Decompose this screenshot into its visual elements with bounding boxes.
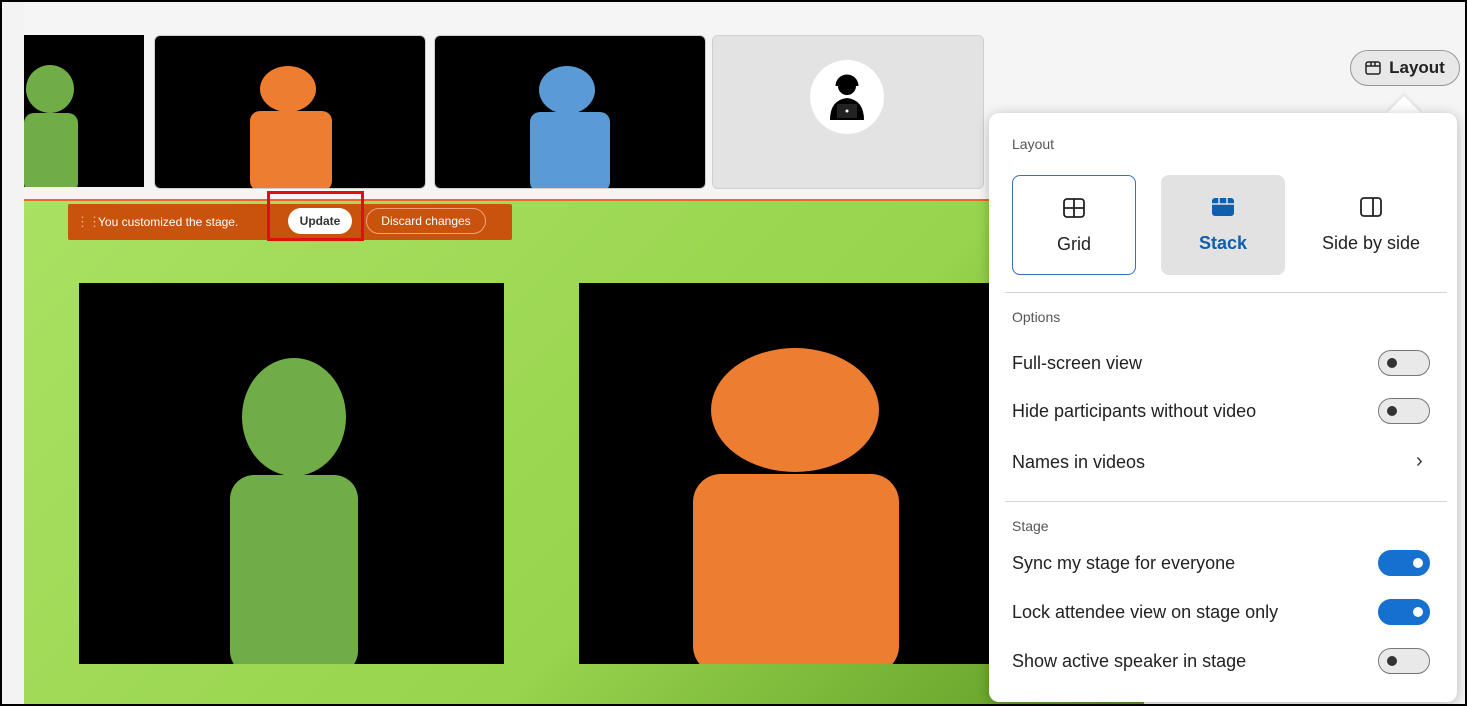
show-active-speaker-toggle[interactable] bbox=[1378, 648, 1430, 674]
chevron-right-icon: › bbox=[1416, 450, 1423, 472]
full-screen-view-toggle[interactable] bbox=[1378, 350, 1430, 376]
person-body bbox=[250, 111, 332, 188]
highlight-box bbox=[267, 191, 364, 241]
layout-panel: Layout Grid Stack Side by side Options F… bbox=[989, 113, 1457, 702]
participant-thumbnail-orange[interactable] bbox=[154, 35, 426, 189]
hide-participants-toggle[interactable] bbox=[1378, 398, 1430, 424]
stack-icon bbox=[1211, 197, 1235, 217]
person-head bbox=[242, 358, 346, 476]
hide-participants-row[interactable]: Hide participants without video bbox=[1012, 397, 1432, 427]
person-body bbox=[530, 112, 610, 188]
sync-stage-row[interactable]: Sync my stage for everyone bbox=[1012, 549, 1432, 579]
hide-participants-label: Hide participants without video bbox=[1012, 401, 1257, 421]
person-body bbox=[693, 474, 899, 664]
stage-video-green[interactable] bbox=[79, 283, 504, 664]
layout-option-label: Stack bbox=[1198, 233, 1248, 253]
layout-option-side-by-side[interactable]: Side by side bbox=[1309, 175, 1433, 275]
participant-thumbnail-avatar[interactable] bbox=[712, 35, 984, 189]
sync-stage-label: Sync my stage for everyone bbox=[1012, 553, 1236, 573]
participant-thumbnail-green[interactable] bbox=[24, 35, 144, 187]
left-edge bbox=[2, 2, 24, 704]
stage-video-orange[interactable] bbox=[579, 283, 989, 664]
person-head bbox=[260, 66, 316, 112]
section-title-options: Options bbox=[1012, 309, 1061, 325]
side-by-side-icon bbox=[1359, 197, 1383, 217]
lock-attendee-row[interactable]: Lock attendee view on stage only bbox=[1012, 598, 1432, 628]
banner-message: You customized the stage. bbox=[98, 215, 239, 229]
full-screen-view-label: Full-screen view bbox=[1012, 353, 1143, 373]
layout-button-label: Layout bbox=[1389, 58, 1445, 77]
section-title-stage: Stage bbox=[1012, 518, 1049, 534]
person-head bbox=[539, 66, 595, 114]
person-head bbox=[26, 65, 74, 113]
participant-thumbnail-blue[interactable] bbox=[434, 35, 706, 189]
layout-button[interactable]: Layout bbox=[1350, 50, 1460, 86]
meeting-window: Layout ⋮⋮ You customized the stage. Upda… bbox=[0, 0, 1467, 706]
sync-stage-toggle[interactable] bbox=[1378, 550, 1430, 576]
show-active-speaker-row[interactable]: Show active speaker in stage bbox=[1012, 647, 1432, 677]
grid-icon bbox=[1062, 198, 1086, 218]
names-in-videos-label: Names in videos bbox=[1012, 452, 1146, 472]
avatar bbox=[810, 60, 884, 134]
layout-option-label: Side by side bbox=[1321, 233, 1421, 253]
section-title-layout: Layout bbox=[1012, 136, 1055, 152]
lock-attendee-label: Lock attendee view on stage only bbox=[1012, 602, 1279, 622]
show-active-speaker-label: Show active speaker in stage bbox=[1012, 651, 1247, 671]
full-screen-view-row[interactable]: Full-screen view bbox=[1012, 349, 1432, 379]
layout-option-label: Grid bbox=[1056, 234, 1091, 254]
support-agent-icon bbox=[830, 74, 864, 120]
discard-changes-button[interactable]: Discard changes bbox=[366, 208, 486, 234]
layout-option-stack[interactable]: Stack bbox=[1161, 175, 1285, 275]
names-in-videos-row[interactable]: Names in videos › bbox=[1012, 448, 1432, 478]
person-body bbox=[230, 475, 358, 664]
person-body bbox=[24, 113, 78, 187]
layout-icon bbox=[1365, 61, 1381, 75]
lock-attendee-toggle[interactable] bbox=[1378, 599, 1430, 625]
divider bbox=[1005, 292, 1447, 293]
divider bbox=[1005, 501, 1447, 502]
drag-handle-icon[interactable]: ⋮⋮ bbox=[76, 214, 101, 230]
layout-option-grid[interactable]: Grid bbox=[1012, 175, 1136, 275]
person-head bbox=[711, 348, 879, 472]
